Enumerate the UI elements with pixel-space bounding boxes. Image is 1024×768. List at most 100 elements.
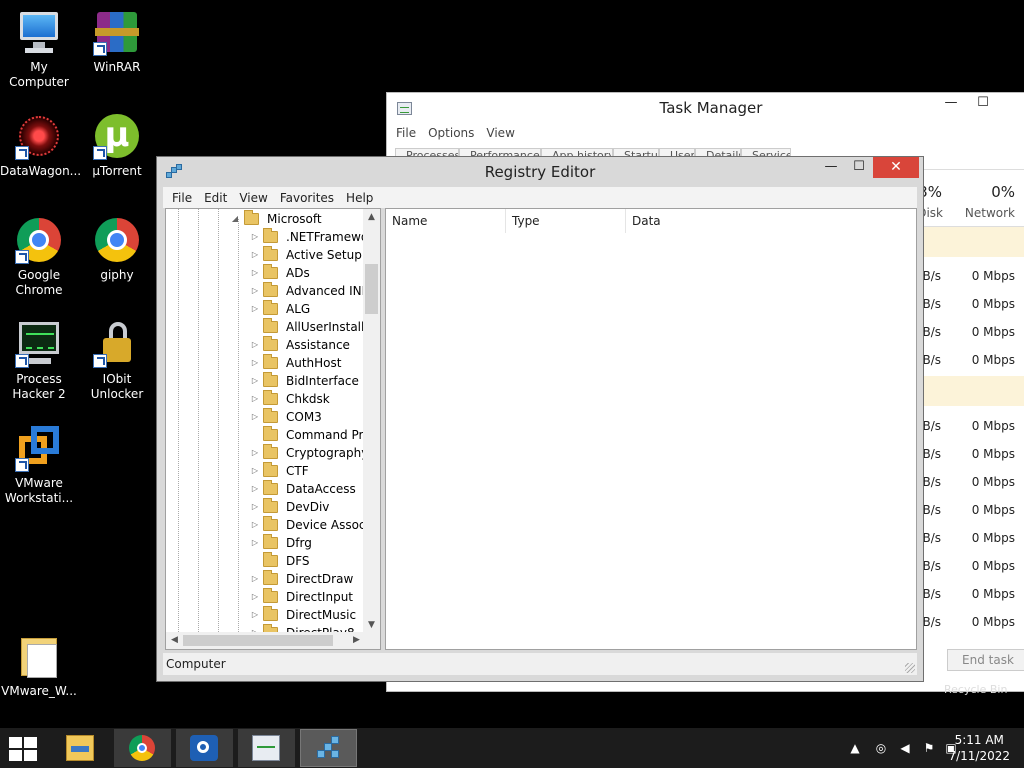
tree-node[interactable]: ▷ ALG	[166, 300, 365, 318]
expand-arrow-icon[interactable]: ▷	[250, 300, 260, 318]
menu-item[interactable]: File	[166, 191, 198, 205]
chrome-icon	[15, 216, 63, 264]
registry-tree[interactable]: ◢ Microsoft ▷ .NETFramewor ▷ Active Setup ▷ ADs…	[165, 208, 381, 650]
desktop-icon[interactable]: DataWagon...	[0, 112, 81, 179]
expand-arrow-icon[interactable]: ▷	[250, 606, 260, 624]
tree-node[interactable]: Command Pro	[166, 426, 371, 444]
action-center-flag-icon[interactable]: ⚑	[922, 741, 936, 755]
column-header-data[interactable]: Data	[626, 209, 916, 233]
expand-arrow-icon[interactable]: ▷	[250, 354, 260, 372]
expand-arrow-icon[interactable]: ▷	[250, 444, 260, 462]
resize-grip-icon[interactable]	[905, 663, 915, 673]
tree-node[interactable]: ▷ .NETFramewor	[166, 228, 373, 246]
scroll-corner	[363, 632, 380, 649]
taskbar-google-chrome[interactable]	[114, 729, 171, 767]
desktop-icon[interactable]: giphy	[78, 216, 156, 283]
tree-vertical-scrollbar[interactable]: ▲ ▼	[363, 209, 380, 634]
tree-node[interactable]: ▷ Cryptography	[166, 444, 368, 462]
tree-node[interactable]: ▷ ADs	[166, 264, 365, 282]
expand-arrow-icon[interactable]: ▷	[250, 228, 260, 246]
tree-vertical-scroll-thumb[interactable]	[365, 264, 378, 314]
menu-item[interactable]: View	[480, 126, 520, 140]
tree-node[interactable]: DFS	[166, 552, 365, 570]
tree-node[interactable]: ▷ DataAccess	[166, 480, 365, 498]
expand-arrow-icon[interactable]: ▷	[250, 282, 260, 300]
registry-values-list[interactable]: Name Type Data	[385, 208, 917, 650]
folder-icon	[263, 264, 278, 279]
expand-arrow-icon[interactable]: ▷	[250, 498, 260, 516]
column-header-type[interactable]: Type	[506, 209, 626, 233]
show-hidden-icons-chevron-icon[interactable]: ▲	[848, 741, 862, 755]
taskbar-file-explorer[interactable]	[52, 729, 109, 767]
desktop-icon[interactable]: Process Hacker 2	[0, 320, 78, 402]
column-header-name[interactable]: Name	[386, 209, 506, 233]
tree-node[interactable]: ▷ DirectInput	[166, 588, 365, 606]
collapse-arrow-icon[interactable]: ◢	[230, 210, 240, 228]
network-status-icon[interactable]: ◎	[874, 741, 888, 755]
start-button[interactable]	[9, 737, 38, 761]
expand-arrow-icon[interactable]: ▷	[250, 336, 260, 354]
expand-arrow-icon[interactable]: ▷	[250, 516, 260, 534]
task-manager-titlebar[interactable]: Task Manager — ☐	[387, 93, 1024, 123]
desktop-icon[interactable]: VMware Workstati...	[0, 424, 78, 506]
tree-node[interactable]: ▷ DirectMusic	[166, 606, 365, 624]
menu-item[interactable]: View	[233, 191, 273, 205]
tree-node[interactable]: ▷ Assistance	[166, 336, 365, 354]
menu-item[interactable]: Favorites	[274, 191, 340, 205]
expand-arrow-icon[interactable]: ▷	[250, 588, 260, 606]
tree-node[interactable]: ▷ Active Setup	[166, 246, 365, 264]
expand-arrow-icon[interactable]: ▷	[250, 462, 260, 480]
tree-node[interactable]: ▷ Device Associa	[166, 516, 376, 534]
taskbar-registry-editor[interactable]	[300, 729, 357, 767]
menu-item[interactable]: File	[390, 126, 422, 140]
tree-horizontal-scrollbar[interactable]: ◀ ▶	[166, 632, 365, 649]
expand-arrow-icon[interactable]: ▷	[250, 534, 260, 552]
desktop-icon[interactable]: WinRAR	[78, 8, 156, 75]
volume-muted-icon[interactable]: ◀	[898, 741, 912, 755]
maximize-button[interactable]: ☐	[967, 93, 999, 114]
network-column-header[interactable]: Network	[957, 206, 1015, 220]
desktop-icon[interactable]: VMware_W...	[0, 632, 78, 699]
tree-node-microsoft[interactable]: ◢ Microsoft	[166, 210, 365, 228]
desktop-icon-label: Process Hacker 2	[12, 372, 66, 401]
recycle-bin-label[interactable]: Recycle Bin	[944, 683, 1007, 696]
tree-node[interactable]: ▷ COM3	[166, 408, 365, 426]
desktop-icon[interactable]: My Computer	[0, 8, 78, 90]
menu-item[interactable]: Edit	[198, 191, 233, 205]
minimize-button[interactable]: —	[935, 93, 967, 114]
maximize-button[interactable]: ☐	[843, 157, 875, 178]
desktop-icon-label: IObit Unlocker	[90, 372, 144, 401]
tree-node[interactable]: ▷ DirectDraw	[166, 570, 365, 588]
end-task-button[interactable]: End task	[947, 649, 1024, 671]
tree-node[interactable]: ▷ BidInterface	[166, 372, 365, 390]
expand-arrow-icon[interactable]: ▷	[250, 372, 260, 390]
tree-node[interactable]: ▷ AuthHost	[166, 354, 365, 372]
clock[interactable]: 5:11 AM 7/11/2022	[948, 732, 1010, 764]
tree-node[interactable]: ▷ DevDiv	[166, 498, 365, 516]
expand-arrow-icon[interactable]: ▷	[250, 408, 260, 426]
expand-arrow-icon[interactable]: ▷	[250, 570, 260, 588]
desktop-icon[interactable]: IObit Unlocker	[78, 320, 156, 402]
tree-node[interactable]: ▷ Dfrg	[166, 534, 365, 552]
scroll-up-arrow-icon[interactable]: ▲	[363, 209, 380, 226]
registry-editor-titlebar[interactable]: Registry Editor — ☐ ✕	[157, 157, 923, 187]
menu-item[interactable]: Help	[340, 191, 379, 205]
tree-node[interactable]: ▷ Chkdsk	[166, 390, 365, 408]
tree-node[interactable]: ▷ CTF	[166, 462, 365, 480]
expand-arrow-icon[interactable]: ▷	[250, 480, 260, 498]
expand-arrow-icon[interactable]: ▷	[250, 264, 260, 282]
close-button[interactable]: ✕	[873, 157, 919, 178]
taskbar-task-manager[interactable]	[238, 729, 295, 767]
tree-node[interactable]: ▷ Advanced INF	[166, 282, 369, 300]
expand-arrow-icon[interactable]: ▷	[250, 390, 260, 408]
desktop-icon[interactable]: µ µTorrent	[78, 112, 156, 179]
desktop-icon[interactable]: Google Chrome	[0, 216, 78, 298]
folder-icon	[263, 318, 278, 333]
tree-node[interactable]: AllUserInstallA	[166, 318, 373, 336]
scroll-left-arrow-icon[interactable]: ◀	[166, 632, 183, 649]
registry-editor-window[interactable]: Registry Editor — ☐ ✕ File Edit View Favori…	[156, 156, 924, 682]
menu-item[interactable]: Options	[422, 126, 480, 140]
taskbar-camera-app[interactable]	[176, 729, 233, 767]
tree-horizontal-scroll-thumb[interactable]	[183, 635, 333, 646]
expand-arrow-icon[interactable]: ▷	[250, 246, 260, 264]
